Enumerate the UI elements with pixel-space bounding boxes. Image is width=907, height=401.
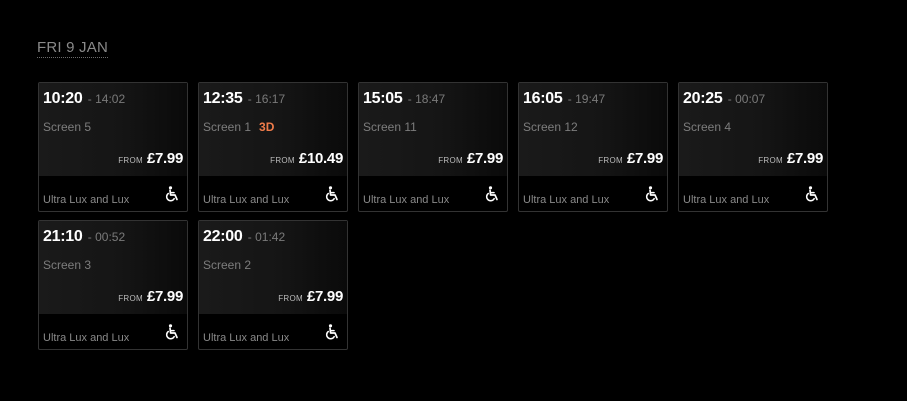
card-header: 15:05 - 18:47 Screen 11 FROM £7.99 bbox=[359, 83, 507, 176]
start-time: 10:20 bbox=[43, 90, 83, 107]
screen-name: Screen 4 bbox=[683, 120, 732, 134]
screen-label: Screen 12 bbox=[523, 120, 586, 134]
end-time: 14:02 bbox=[95, 92, 126, 106]
wheelchair-icon bbox=[325, 186, 338, 202]
screen-name: Screen 5 bbox=[43, 120, 92, 134]
seat-type: Ultra Lux and Lux bbox=[43, 332, 130, 344]
time-separator: - bbox=[404, 92, 416, 106]
times: 16:05 - 19:47 bbox=[523, 90, 605, 108]
screen-label: Screen 4 bbox=[683, 120, 739, 134]
card-header: 20:25 - 00:07 Screen 4 FROM £7.99 bbox=[679, 83, 827, 176]
seat-type: Ultra Lux and Lux bbox=[203, 194, 290, 206]
start-time: 15:05 bbox=[363, 90, 403, 107]
price: £10.49 bbox=[298, 150, 343, 167]
price-row: FROM £7.99 bbox=[118, 288, 183, 306]
times: 10:20 - 14:02 bbox=[43, 90, 125, 108]
showtimes-grid: 10:20 - 14:02 Screen 5 FROM £7.99 Ultra L… bbox=[38, 82, 828, 350]
showtimes-page: FRI 9 JAN 10:20 - 14:02 Screen 5 FROM £7.… bbox=[0, 0, 907, 401]
start-time: 22:00 bbox=[203, 228, 243, 245]
end-time: 19:47 bbox=[575, 92, 606, 106]
price: £7.99 bbox=[146, 288, 183, 305]
start-time: 21:10 bbox=[43, 228, 83, 245]
screen-name: Screen 11 bbox=[363, 120, 417, 134]
screen-name: Screen 1 bbox=[203, 120, 252, 134]
time-separator: - bbox=[84, 92, 96, 106]
times: 21:10 - 00:52 bbox=[43, 228, 125, 246]
card-header: 22:00 - 01:42 Screen 2 FROM £7.99 bbox=[199, 221, 347, 314]
from-label: FROM bbox=[118, 156, 143, 165]
from-label: FROM bbox=[278, 294, 303, 303]
start-time: 16:05 bbox=[523, 90, 563, 107]
card-header: 16:05 - 19:47 Screen 12 FROM £7.99 bbox=[519, 83, 667, 176]
showtime-card[interactable]: 10:20 - 14:02 Screen 5 FROM £7.99 Ultra L… bbox=[38, 82, 188, 212]
times: 15:05 - 18:47 bbox=[363, 90, 445, 108]
from-label: FROM bbox=[118, 294, 143, 303]
format-badge: 3D bbox=[259, 120, 275, 134]
price-row: FROM £7.99 bbox=[438, 150, 503, 168]
screen-name: Screen 3 bbox=[43, 258, 92, 272]
card-header: 21:10 - 00:52 Screen 3 FROM £7.99 bbox=[39, 221, 187, 314]
date-heading: FRI 9 JAN bbox=[37, 39, 108, 58]
price: £7.99 bbox=[466, 150, 503, 167]
seat-type: Ultra Lux and Lux bbox=[203, 332, 290, 344]
card-header: 12:35 - 16:17 Screen 1 3D FROM £10.49 bbox=[199, 83, 347, 176]
price-row: FROM £7.99 bbox=[278, 288, 343, 306]
seat-type: Ultra Lux and Lux bbox=[43, 194, 130, 206]
screen-label: Screen 2 bbox=[203, 258, 259, 272]
time-separator: - bbox=[244, 230, 256, 244]
showtime-card[interactable]: 15:05 - 18:47 Screen 11 FROM £7.99 Ultra … bbox=[358, 82, 508, 212]
from-label: FROM bbox=[270, 156, 295, 165]
time-separator: - bbox=[244, 92, 256, 106]
wheelchair-icon bbox=[165, 186, 178, 202]
from-label: FROM bbox=[758, 156, 783, 165]
seat-type: Ultra Lux and Lux bbox=[683, 194, 770, 206]
screen-label: Screen 3 bbox=[43, 258, 99, 272]
time-separator: - bbox=[564, 92, 576, 106]
times: 22:00 - 01:42 bbox=[203, 228, 285, 246]
screen-label: Screen 1 3D bbox=[203, 120, 274, 134]
screen-name: Screen 2 bbox=[203, 258, 252, 272]
showtime-card[interactable]: 12:35 - 16:17 Screen 1 3D FROM £10.49 Ultr… bbox=[198, 82, 348, 212]
start-time: 12:35 bbox=[203, 90, 243, 107]
screen-label: Screen 5 bbox=[43, 120, 99, 134]
wheelchair-icon bbox=[325, 324, 338, 340]
price: £7.99 bbox=[786, 150, 823, 167]
price-row: FROM £7.99 bbox=[118, 150, 183, 168]
price: £7.99 bbox=[146, 150, 183, 167]
wheelchair-icon bbox=[165, 324, 178, 340]
wheelchair-icon bbox=[485, 186, 498, 202]
price-row: FROM £7.99 bbox=[598, 150, 663, 168]
price-row: FROM £7.99 bbox=[758, 150, 823, 168]
wheelchair-icon bbox=[805, 186, 818, 202]
end-time: 16:17 bbox=[255, 92, 286, 106]
end-time: 01:42 bbox=[255, 230, 286, 244]
showtime-card[interactable]: 16:05 - 19:47 Screen 12 FROM £7.99 Ultra … bbox=[518, 82, 668, 212]
end-time: 18:47 bbox=[415, 92, 446, 106]
card-header: 10:20 - 14:02 Screen 5 FROM £7.99 bbox=[39, 83, 187, 176]
start-time: 20:25 bbox=[683, 90, 723, 107]
wheelchair-icon bbox=[645, 186, 658, 202]
time-separator: - bbox=[84, 230, 96, 244]
from-label: FROM bbox=[438, 156, 463, 165]
price: £7.99 bbox=[306, 288, 343, 305]
from-label: FROM bbox=[598, 156, 623, 165]
showtime-card[interactable]: 22:00 - 01:42 Screen 2 FROM £7.99 Ultra L… bbox=[198, 220, 348, 350]
showtime-card[interactable]: 20:25 - 00:07 Screen 4 FROM £7.99 Ultra L… bbox=[678, 82, 828, 212]
times: 12:35 - 16:17 bbox=[203, 90, 285, 108]
screen-label: Screen 11 bbox=[363, 120, 425, 134]
seat-type: Ultra Lux and Lux bbox=[523, 194, 610, 206]
price: £7.99 bbox=[626, 150, 663, 167]
screen-name: Screen 12 bbox=[523, 120, 578, 134]
times: 20:25 - 00:07 bbox=[683, 90, 765, 108]
time-separator: - bbox=[724, 92, 736, 106]
end-time: 00:52 bbox=[95, 230, 126, 244]
end-time: 00:07 bbox=[735, 92, 766, 106]
price-row: FROM £10.49 bbox=[270, 150, 343, 168]
seat-type: Ultra Lux and Lux bbox=[363, 194, 450, 206]
showtime-card[interactable]: 21:10 - 00:52 Screen 3 FROM £7.99 Ultra L… bbox=[38, 220, 188, 350]
